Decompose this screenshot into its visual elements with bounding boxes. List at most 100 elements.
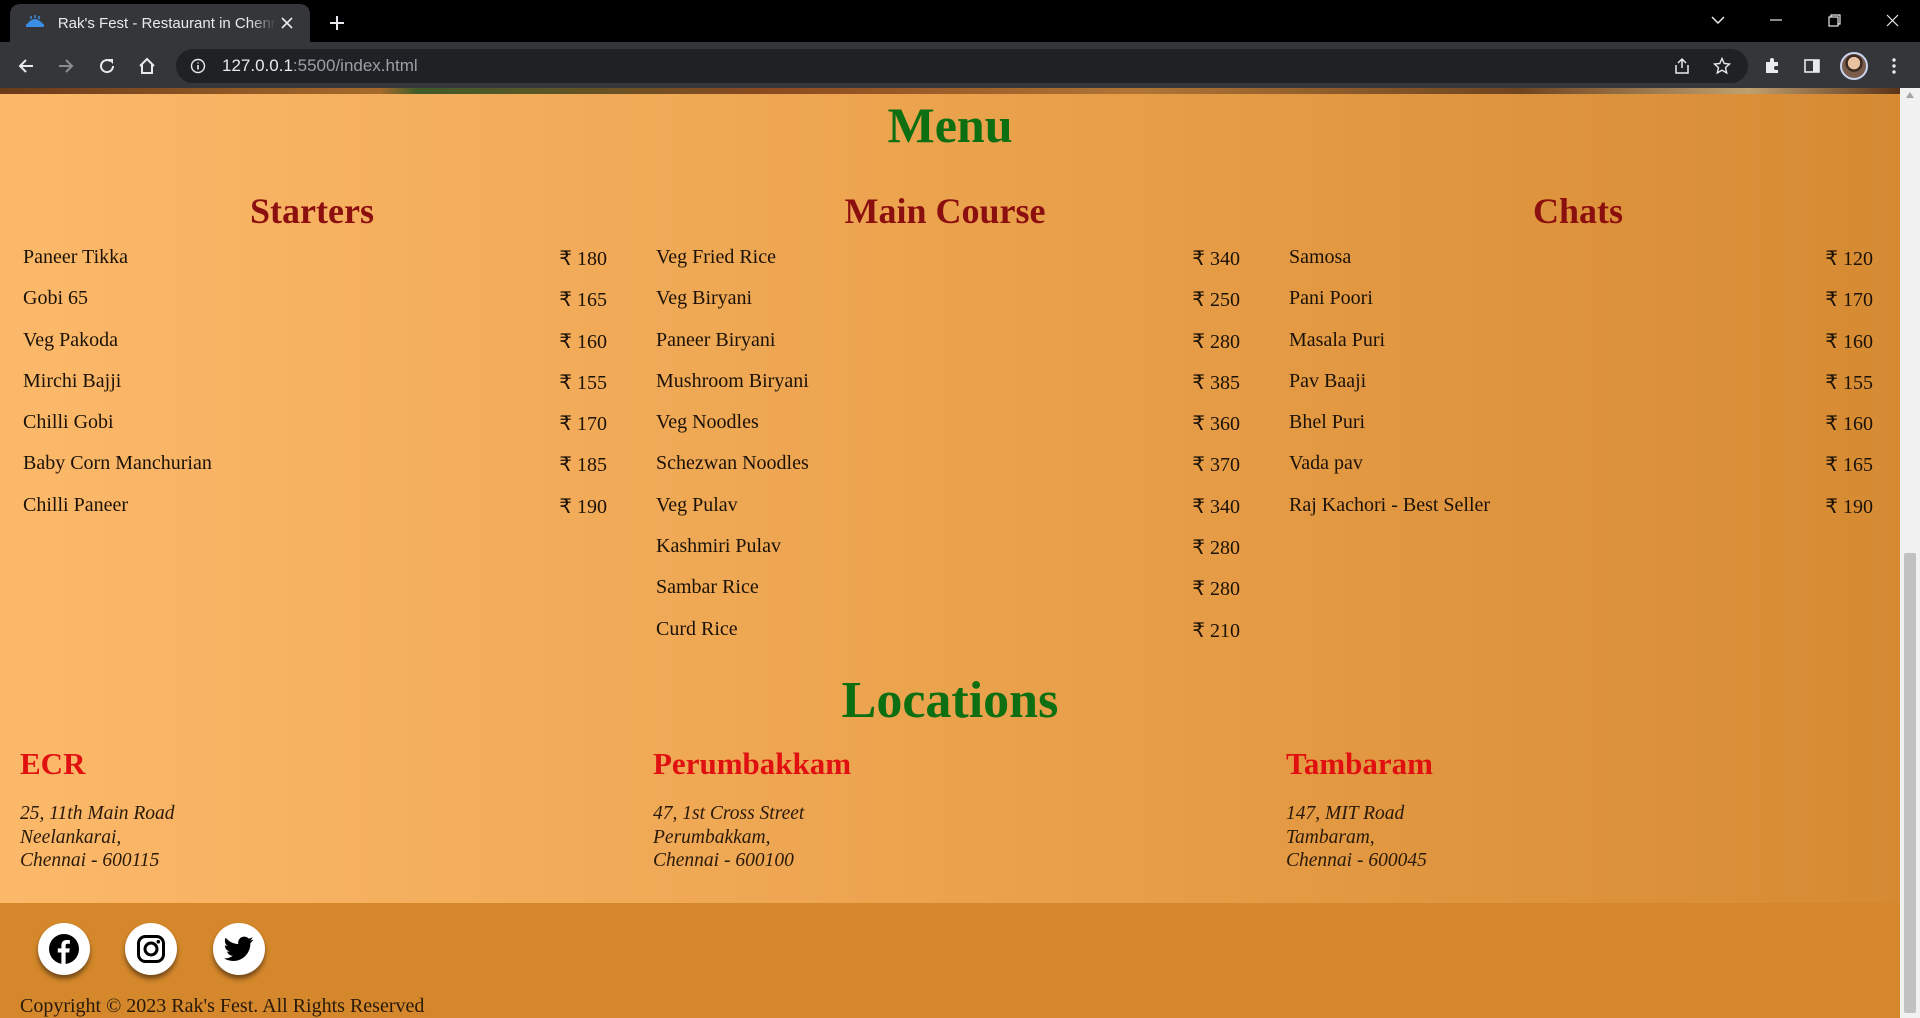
new-tab-plus-icon[interactable] xyxy=(322,8,352,38)
column-title: Chats xyxy=(1532,191,1624,231)
menu-item: Paneer Tikka ₹ 180 xyxy=(17,246,607,287)
locations-heading: Locations xyxy=(841,672,1059,729)
location-tambaram: Tambaram 147, MIT Road Tambaram, Chennai… xyxy=(1286,746,1886,873)
site-info-icon[interactable] xyxy=(188,56,208,76)
menu-item-price: ₹ 155 xyxy=(1825,371,1873,394)
address-line: 47, 1st Cross Street xyxy=(653,803,805,824)
menu-item: Bhel Puri ₹ 160 xyxy=(1283,411,1873,452)
location-name: ECR xyxy=(20,746,86,781)
menu-item-name: Schezwan Noodles xyxy=(656,452,809,475)
menu-column-main-course: Main Course Veg Fried Rice ₹ 340 Veg Birya… xyxy=(650,190,1240,659)
menu-item-name: Masala Puri xyxy=(1289,328,1386,351)
menu-item-name: Bhel Puri xyxy=(1289,411,1366,434)
tab-title: Rak's Fest - Restaurant in Chennai xyxy=(57,14,277,32)
menu-item-price: ₹ 160 xyxy=(1825,330,1873,353)
menu-item-price: ₹ 360 xyxy=(1192,413,1240,436)
menu-list: Paneer Tikka ₹ 180 Gobi 65 ₹ 165 Veg Pakoda ₹… xyxy=(17,246,607,535)
page-scrollbar[interactable] xyxy=(1900,88,1920,1018)
menu-item: Mirchi Bajji ₹ 155 xyxy=(17,370,607,411)
close-window-icon[interactable] xyxy=(1864,0,1920,40)
menu-item-price: ₹ 340 xyxy=(1192,495,1240,518)
address-line: Chennai - 600115 xyxy=(20,850,160,871)
menu-item-name: Veg Pakoda xyxy=(23,328,118,351)
kebab-menu-icon[interactable] xyxy=(1878,50,1910,82)
column-title: Starters xyxy=(250,191,374,231)
menu-item-name: Mushroom Biryani xyxy=(656,369,809,392)
menu-item-price: ₹ 340 xyxy=(1192,248,1240,270)
menu-item: Raj Kachori - Best Seller ₹ 190 xyxy=(1283,494,1873,535)
forward-arrow-icon[interactable] xyxy=(50,50,82,82)
menu-item-name: Gobi 65 xyxy=(23,287,88,310)
extensions-puzzle-icon[interactable] xyxy=(1756,50,1788,82)
menu-item: Baby Corn Manchurian ₹ 185 xyxy=(17,452,607,493)
location-address: 47, 1st Cross Street Perumbakkam, Chenna… xyxy=(653,802,1253,873)
menu-item-name: Baby Corn Manchurian xyxy=(23,452,212,475)
menu-item-price: ₹ 170 xyxy=(559,413,607,436)
tab-search-chevron-icon[interactable] xyxy=(1690,0,1746,40)
menu-item-name: Samosa xyxy=(1289,246,1352,268)
menu-item-price: ₹ 385 xyxy=(1192,371,1240,394)
side-panel-icon[interactable] xyxy=(1796,50,1828,82)
footer: Copyright © 2023 Rak's Fest. All Rights … xyxy=(0,903,1900,1018)
scrollbar-thumb[interactable] xyxy=(1904,553,1916,1013)
url-path: :5500/index.html xyxy=(292,56,418,75)
profile-avatar[interactable] xyxy=(1840,52,1868,80)
menu-heading: Menu xyxy=(887,97,1013,153)
address-line: 147, MIT Road xyxy=(1286,803,1405,824)
share-icon[interactable] xyxy=(1668,52,1696,80)
menu-item: Mushroom Biryani ₹ 385 xyxy=(650,370,1240,411)
main-section: Menu Starters Paneer Tikka ₹ 180 Gobi 65 ₹ … xyxy=(0,94,1900,903)
menu-item-price: ₹ 160 xyxy=(559,330,607,353)
address-line: Chennai - 600100 xyxy=(653,850,794,871)
menu-item-price: ₹ 210 xyxy=(1192,619,1240,642)
tab-close-icon[interactable] xyxy=(276,12,298,34)
menu-item-price: ₹ 120 xyxy=(1825,248,1873,270)
restaurant-favicon-icon xyxy=(24,12,46,34)
menu-item: Samosa ₹ 120 xyxy=(1283,246,1873,287)
menu-item: Curd Rice ₹ 210 xyxy=(650,618,1240,659)
restore-icon[interactable] xyxy=(1806,0,1862,40)
bookmark-star-icon[interactable] xyxy=(1708,52,1736,80)
menu-item-price: ₹ 180 xyxy=(559,248,607,270)
menu-item-name: Veg Pulav xyxy=(656,493,738,516)
menu-item: Veg Noodles ₹ 360 xyxy=(650,411,1240,452)
menu-item-name: Curd Rice xyxy=(656,617,738,640)
location-perumbakkam: Perumbakkam 47, 1st Cross Street Perumba… xyxy=(653,746,1253,873)
menu-item-price: ₹ 370 xyxy=(1192,454,1240,477)
location-name: Perumbakkam xyxy=(653,746,852,781)
reload-icon[interactable] xyxy=(91,50,123,82)
twitter-icon[interactable] xyxy=(213,923,265,975)
menu-item-name: Veg Noodles xyxy=(656,411,759,434)
menu-item-name: Veg Biryani xyxy=(656,287,753,310)
menu-item-name: Kashmiri Pulav xyxy=(656,535,781,558)
menu-item-price: ₹ 280 xyxy=(1192,578,1240,601)
menu-column-chats: Chats Samosa ₹ 120 Pani Poori ₹ 170 Masala P… xyxy=(1283,190,1873,535)
menu-item-name: Paneer Biryani xyxy=(656,328,776,351)
menu-item-name: Raj Kachori - Best Seller xyxy=(1289,493,1491,516)
menu-item-name: Chilli Gobi xyxy=(23,411,114,434)
url-text: 127.0.0.1:5500/index.html xyxy=(222,56,418,76)
menu-item-name: Pav Baaji xyxy=(1289,369,1367,392)
menu-item-price: ₹ 280 xyxy=(1192,537,1240,560)
address-line: Tambaram, xyxy=(1286,826,1375,848)
page-viewport: Menu Starters Paneer Tikka ₹ 180 Gobi 65 ₹ … xyxy=(0,88,1920,1018)
menu-item: Veg Biryani ₹ 250 xyxy=(650,287,1240,328)
browser-toolbar: 127.0.0.1:5500/index.html xyxy=(0,42,1920,88)
scroll-up-arrow-icon[interactable] xyxy=(1906,92,1914,98)
address-line: Neelankarai, xyxy=(20,826,122,848)
location-address: 25, 11th Main Road Neelankarai, Chennai … xyxy=(20,802,620,873)
menu-item: Chilli Paneer ₹ 190 xyxy=(17,494,607,535)
home-icon[interactable] xyxy=(131,50,163,82)
browser-tab[interactable]: Rak's Fest - Restaurant in Chennai xyxy=(10,4,310,42)
menu-item: Kashmiri Pulav ₹ 280 xyxy=(650,535,1240,576)
menu-item-price: ₹ 185 xyxy=(559,454,607,477)
facebook-icon[interactable] xyxy=(38,923,90,975)
minimize-icon[interactable] xyxy=(1748,0,1804,40)
menu-item: Schezwan Noodles ₹ 370 xyxy=(650,452,1240,493)
back-arrow-icon[interactable] xyxy=(10,50,42,82)
column-title: Main Course xyxy=(844,191,1046,231)
menu-item-price: ₹ 165 xyxy=(1825,454,1873,477)
instagram-icon[interactable] xyxy=(125,923,177,975)
menu-item: Gobi 65 ₹ 165 xyxy=(17,287,607,328)
address-bar[interactable]: 127.0.0.1:5500/index.html xyxy=(176,49,1748,83)
